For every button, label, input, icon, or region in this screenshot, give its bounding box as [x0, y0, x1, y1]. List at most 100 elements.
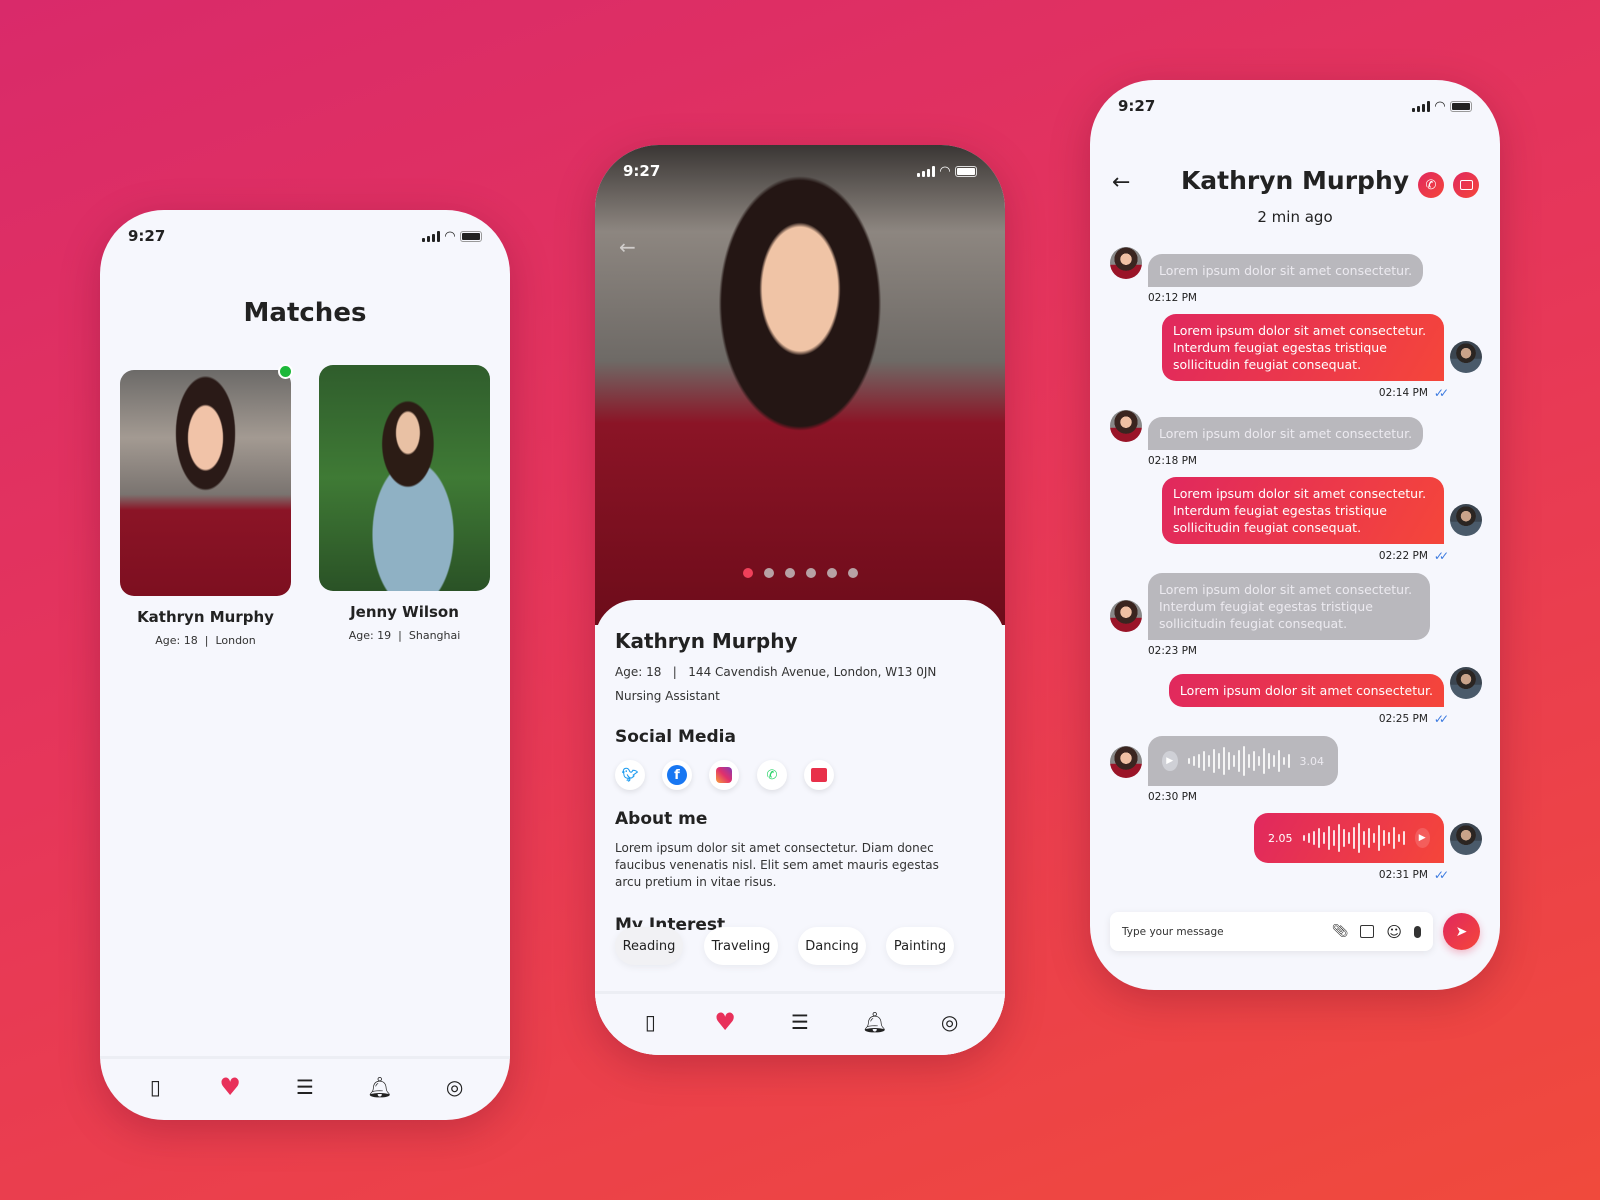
- message-time: 02:30 PM: [1148, 791, 1197, 803]
- avatar: [1110, 410, 1142, 442]
- battery-icon: [955, 165, 977, 177]
- message-placeholder: Type your message: [1122, 925, 1224, 938]
- message-row: 2.05 ▶: [1110, 813, 1482, 863]
- voice-duration: 3.04: [1299, 754, 1325, 768]
- message-time: 02:31 PM: [1378, 869, 1428, 881]
- bell-icon[interactable]: 🔔︎: [862, 1009, 888, 1035]
- profile-photo[interactable]: [595, 145, 1005, 625]
- chat-screen: 9:27 ◠ ← Kathryn Murphy ✆ 2 min ago Lore…: [1090, 80, 1500, 990]
- play-icon[interactable]: ▶: [1162, 751, 1178, 771]
- match-details: Age: 18 | London: [155, 634, 256, 647]
- microphone-icon[interactable]: [1414, 925, 1421, 938]
- bell-icon[interactable]: 🔔︎: [367, 1074, 393, 1100]
- online-indicator: [278, 364, 293, 379]
- message-row: Lorem ipsum dolor sit amet consectetur.: [1110, 410, 1482, 450]
- read-receipt-icon: ✓✓: [1433, 712, 1449, 726]
- message-timestamp: 02:18 PM: [1148, 455, 1482, 467]
- image-icon[interactable]: [1360, 925, 1375, 938]
- heart-icon[interactable]: ♥: [217, 1073, 243, 1101]
- profile-details: Age: 18 | 144 Cavendish Avenue, London, …: [615, 665, 937, 679]
- message-timestamp: 02:14 PM ✓✓: [1110, 386, 1449, 400]
- message-bubble[interactable]: Lorem ipsum dolor sit amet consectetur. …: [1162, 314, 1444, 381]
- message-bubble[interactable]: Lorem ipsum dolor sit amet consectetur. …: [1148, 573, 1430, 640]
- message-row: Lorem ipsum dolor sit amet consectetur.: [1110, 667, 1482, 707]
- profile-icon[interactable]: ◎: [442, 1074, 468, 1100]
- pagination-dot[interactable]: [763, 568, 774, 578]
- bottom-nav: ▯ ♥ ☰ 🔔︎ ◎: [100, 1056, 510, 1120]
- interest-chip[interactable]: Traveling: [704, 927, 778, 965]
- heart-icon[interactable]: ♥: [712, 1008, 738, 1036]
- message-timestamp: 02:22 PM ✓✓: [1110, 549, 1449, 563]
- phone-call-button[interactable]: ✆: [1418, 172, 1444, 198]
- wifi-icon: ◠: [445, 228, 455, 244]
- twitter-icon[interactable]: 🐦︎: [615, 760, 645, 790]
- signal-icon: [422, 230, 440, 242]
- about-me-text: Lorem ipsum dolor sit amet consectetur. …: [615, 841, 939, 889]
- message-time: 02:18 PM: [1148, 455, 1197, 467]
- video-call-button[interactable]: [1453, 172, 1479, 198]
- message-row: Lorem ipsum dolor sit amet consectetur. …: [1110, 477, 1482, 544]
- message-time: 02:23 PM: [1148, 645, 1197, 657]
- message-list: Lorem ipsum dolor sit amet consectetur. 0…: [1110, 247, 1482, 892]
- matches-screen: 9:27 ◠ Matches Kathryn Murphy Age: 18 | …: [100, 210, 510, 1120]
- pagination-dot[interactable]: [742, 568, 753, 578]
- message-timestamp: 02:23 PM: [1148, 645, 1482, 657]
- send-button[interactable]: ➤: [1443, 913, 1480, 950]
- status-time: 9:27: [128, 227, 166, 245]
- message-input[interactable]: Type your message 📎︎ ☺: [1110, 912, 1433, 951]
- interest-chip[interactable]: Painting: [886, 927, 954, 965]
- message-icon[interactable]: [804, 760, 834, 790]
- cards-icon[interactable]: ▯: [637, 1009, 663, 1035]
- play-icon[interactable]: ▶: [1414, 828, 1430, 848]
- message-time: 02:22 PM: [1378, 550, 1428, 562]
- voice-message[interactable]: 2.05 ▶: [1254, 813, 1444, 863]
- waveform: [1187, 746, 1290, 776]
- chat-icon[interactable]: ☰: [787, 1009, 813, 1035]
- interest-chip[interactable]: Dancing: [798, 927, 866, 965]
- message-bubble[interactable]: Lorem ipsum dolor sit amet consectetur.: [1148, 417, 1424, 450]
- profile-name: Kathryn Murphy: [615, 629, 798, 653]
- pagination-dot[interactable]: [826, 568, 837, 578]
- profile-screen: 9:27 ◠ ← Kathryn Murphy Age: 18 | 144 Ca…: [595, 145, 1005, 1055]
- battery-icon: [1450, 100, 1472, 112]
- back-arrow-icon[interactable]: ←: [1112, 170, 1130, 195]
- message-timestamp: 02:31 PM ✓✓: [1110, 868, 1449, 882]
- status-bar: 9:27 ◠: [1090, 94, 1500, 118]
- chat-contact-name: Kathryn Murphy: [1180, 166, 1410, 195]
- profile-icon[interactable]: ◎: [937, 1009, 963, 1035]
- back-arrow-icon[interactable]: ←: [619, 235, 636, 259]
- attach-icon[interactable]: 📎︎: [1332, 924, 1349, 939]
- message-row: Lorem ipsum dolor sit amet consectetur.: [1110, 247, 1482, 287]
- match-name[interactable]: Jenny Wilson: [319, 603, 490, 621]
- pagination-dot[interactable]: [784, 568, 795, 578]
- emoji-icon[interactable]: ☺: [1386, 923, 1402, 941]
- interest-chip[interactable]: Reading: [615, 927, 683, 965]
- message-time: 02:14 PM: [1378, 387, 1428, 399]
- voice-message[interactable]: ▶ 3.04: [1148, 736, 1338, 786]
- pagination-dot[interactable]: [805, 568, 816, 578]
- instagram-icon[interactable]: [709, 760, 739, 790]
- message-bubble[interactable]: Lorem ipsum dolor sit amet consectetur. …: [1162, 477, 1444, 544]
- match-card-photo[interactable]: [120, 370, 291, 596]
- whatsapp-icon[interactable]: ✆: [757, 760, 787, 790]
- message-bubble[interactable]: Lorem ipsum dolor sit amet consectetur.: [1168, 674, 1444, 707]
- match-details: Age: 19 | Shanghai: [348, 629, 461, 642]
- match-card-photo[interactable]: [319, 365, 490, 591]
- message-time: 02:25 PM: [1378, 713, 1428, 725]
- status-bar: 9:27 ◠: [100, 224, 510, 248]
- avatar: [1450, 341, 1482, 373]
- cards-icon[interactable]: ▯: [142, 1074, 168, 1100]
- message-timestamp: 02:30 PM: [1148, 791, 1482, 803]
- waveform: [1302, 823, 1405, 853]
- last-seen: 2 min ago: [1257, 208, 1333, 226]
- avatar: [1450, 667, 1482, 699]
- avatar: [1450, 504, 1482, 536]
- chat-icon[interactable]: ☰: [292, 1074, 318, 1100]
- message-bubble[interactable]: Lorem ipsum dolor sit amet consectetur.: [1148, 254, 1424, 287]
- match-name[interactable]: Kathryn Murphy: [120, 608, 291, 626]
- pagination-dot[interactable]: [847, 568, 858, 578]
- bottom-nav: ▯ ♥ ☰ 🔔︎ ◎: [595, 991, 1005, 1055]
- facebook-icon[interactable]: f: [662, 760, 692, 790]
- wifi-icon: ◠: [940, 163, 950, 179]
- message-timestamp: 02:25 PM ✓✓: [1110, 712, 1449, 726]
